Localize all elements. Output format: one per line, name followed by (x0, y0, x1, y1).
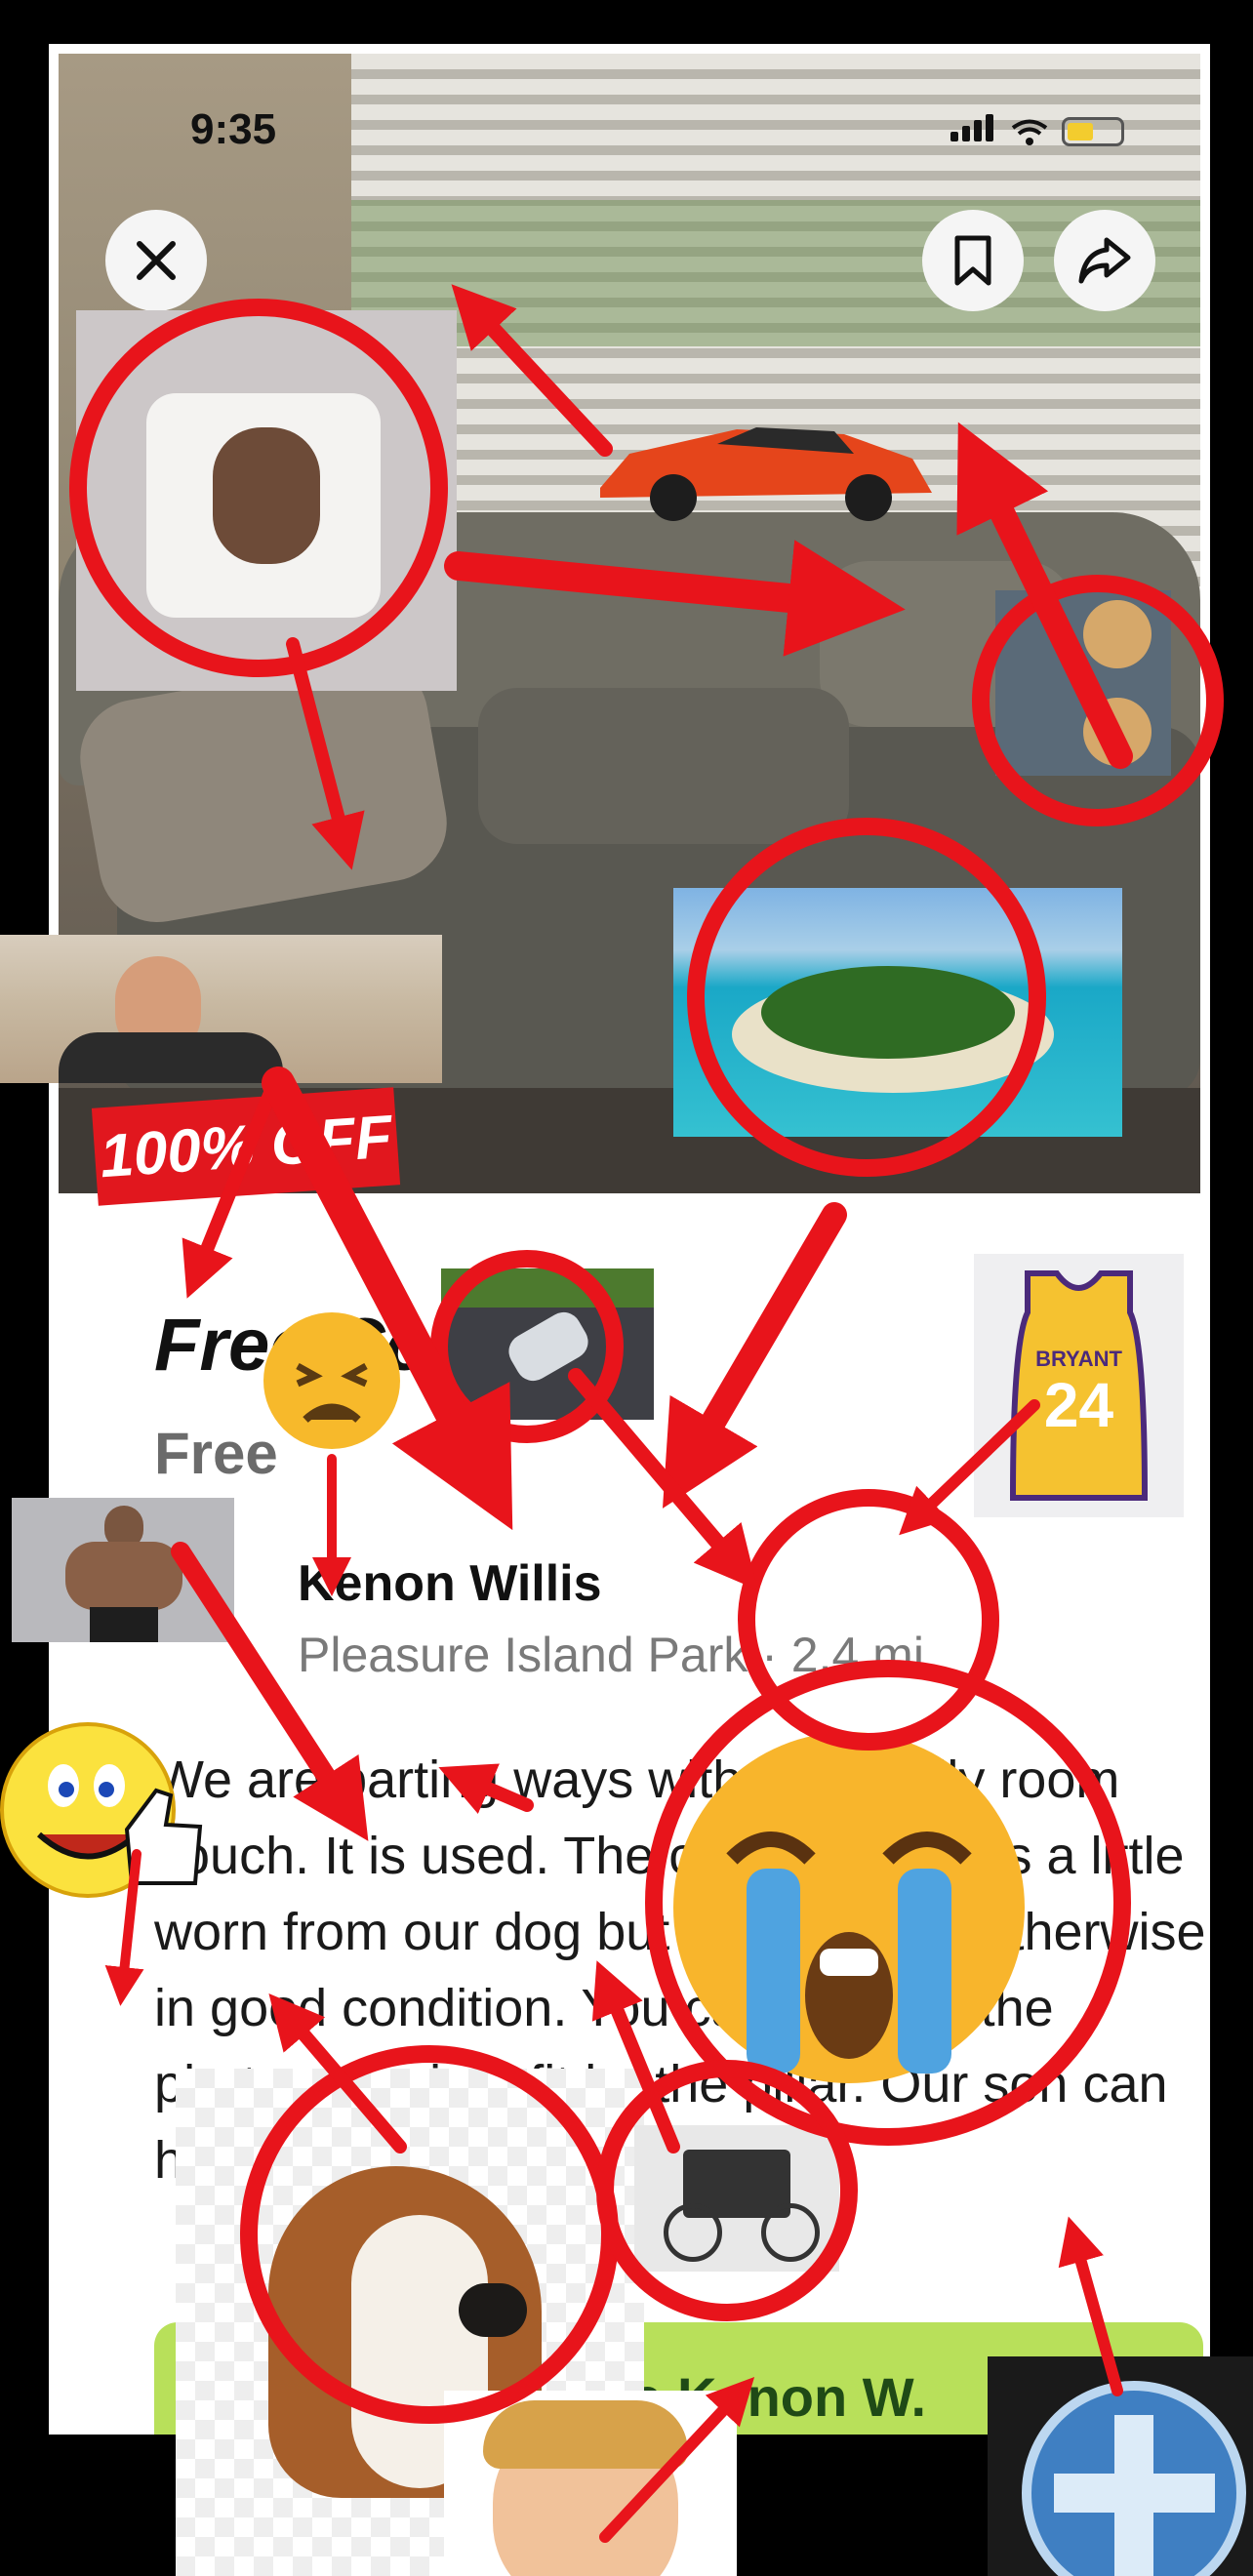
crying-face-emoji-sticker (673, 1732, 1025, 2083)
share-icon (1078, 237, 1131, 284)
save-button[interactable] (922, 210, 1024, 311)
bodybuilder-sticker (12, 1498, 234, 1642)
sports-car-sticker (600, 427, 932, 521)
seller-name[interactable]: Kenon Willis (298, 1554, 602, 1613)
face-photo (213, 427, 320, 564)
photo-cushion (478, 688, 849, 844)
wifi-icon (1011, 119, 1048, 145)
tropical-island-sticker (673, 888, 1122, 1137)
bookmark-icon (954, 235, 991, 286)
plus-badge-sticker[interactable] (988, 2356, 1253, 2576)
stagecoach-sticker (634, 2125, 839, 2272)
close-button[interactable] (105, 210, 207, 311)
tired-face-emoji-sticker (263, 1312, 400, 1449)
basketball-jersey-sticker: BRYANT 24 (974, 1254, 1184, 1517)
creature-photo-sticker (995, 590, 1171, 776)
close-icon (137, 241, 176, 280)
man-on-beach-sticker (0, 935, 442, 1083)
doll-face-sticker (444, 2391, 737, 2576)
seller-location: Pleasure Island Park · 2.4 mi (298, 1628, 924, 1682)
battery-icon (1062, 117, 1124, 146)
pillow-face-sticker (76, 310, 457, 691)
jersey-number: 24 (1043, 1370, 1114, 1440)
status-time: 9:35 (190, 105, 277, 153)
signal-icon (950, 114, 997, 146)
status-icons (950, 114, 1124, 146)
share-button[interactable] (1054, 210, 1155, 311)
plus-icon (1022, 2381, 1246, 2576)
parking-lot-sticker (441, 1268, 654, 1420)
thumbs-up-smiley-sticker (0, 1722, 203, 1898)
